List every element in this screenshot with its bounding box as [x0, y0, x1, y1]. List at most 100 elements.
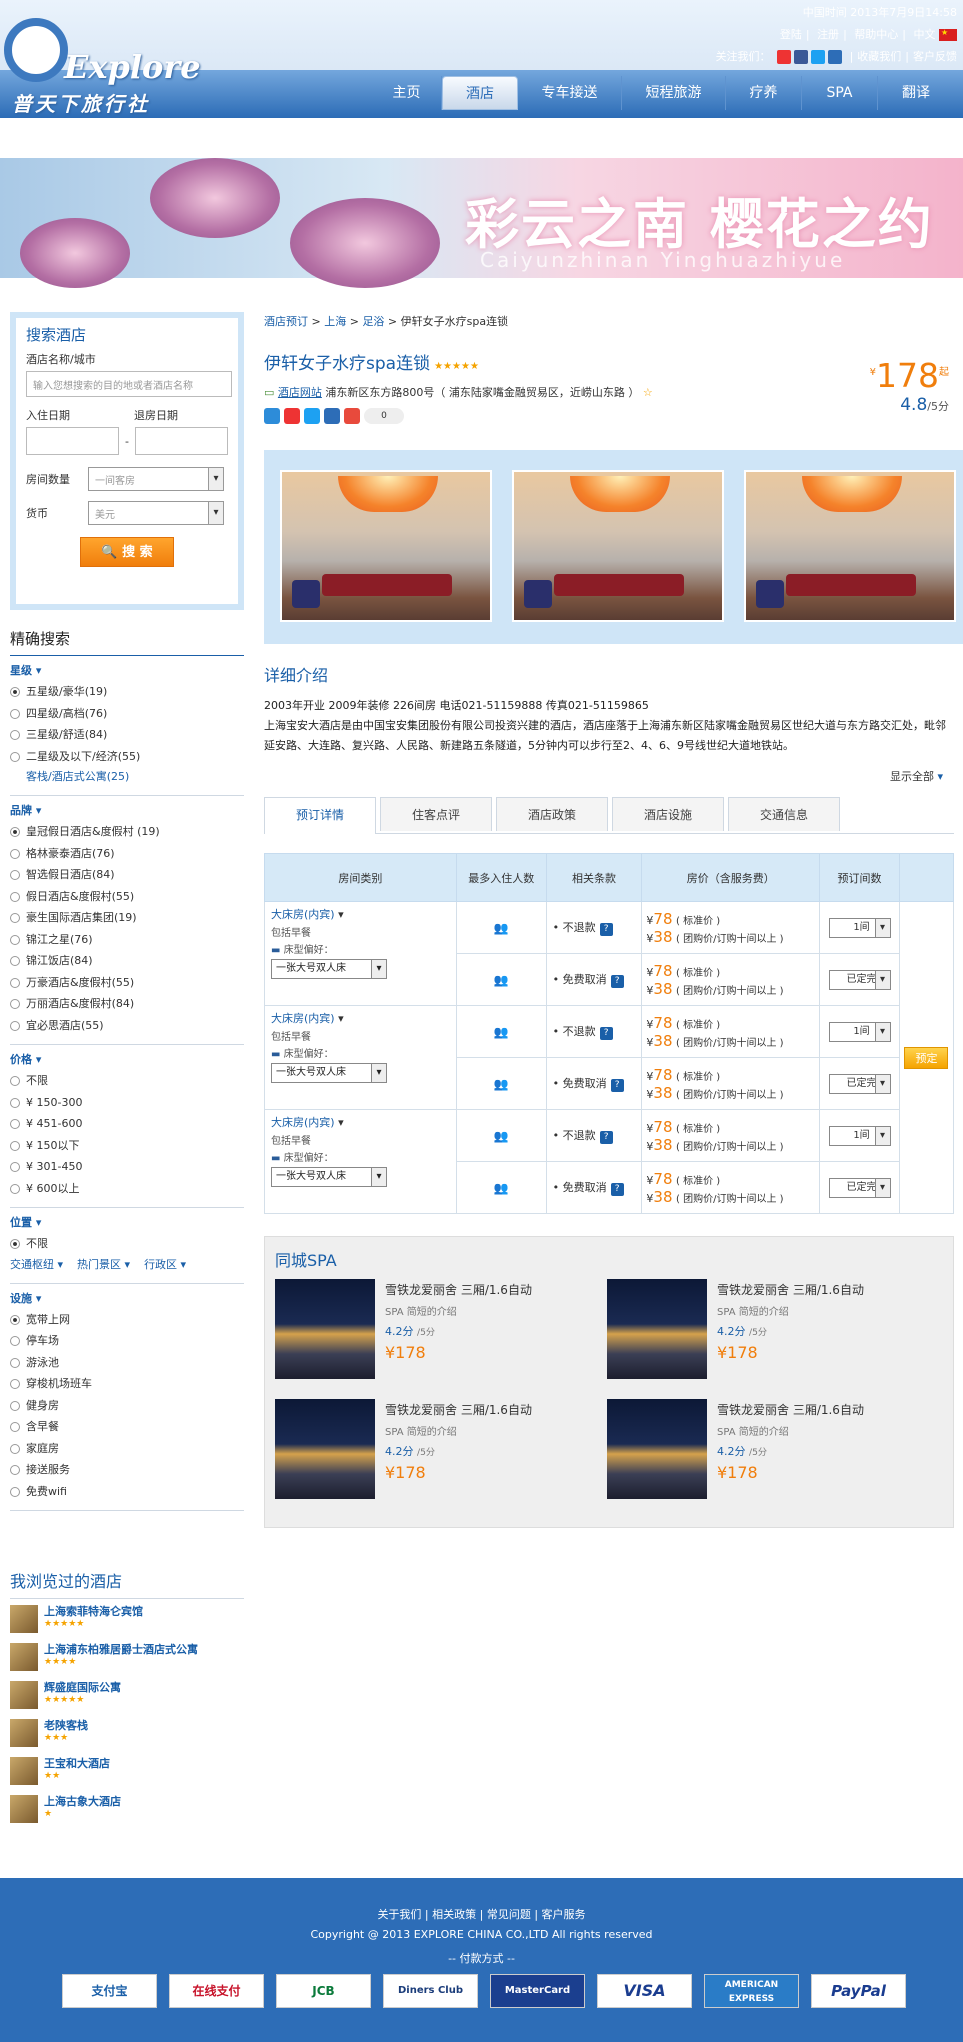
- bed-preference-select[interactable]: 一张大号双人床: [271, 1167, 387, 1187]
- help-icon[interactable]: ?: [599, 1027, 613, 1040]
- filter-option[interactable]: 家庭房: [10, 1438, 244, 1460]
- footer-links[interactable]: 关于我们 | 相关政策 | 常见问题 | 客户服务: [0, 1906, 963, 1922]
- hotel-photo[interactable]: [280, 470, 492, 622]
- filter-option[interactable]: 穿梭机场班车: [10, 1373, 244, 1395]
- tab-transport[interactable]: 交通信息: [728, 797, 840, 831]
- bed-preference-select[interactable]: 一张大号双人床: [271, 959, 387, 979]
- hotel-name-input[interactable]: 输入您想搜索的目的地或者酒店名称: [26, 371, 232, 397]
- room-name-link[interactable]: 大床房(内宾): [271, 908, 335, 921]
- tab-reviews[interactable]: 住客点评: [380, 797, 492, 831]
- site-logo[interactable]: Explore 普天下旅行社: [0, 18, 201, 116]
- help-icon[interactable]: ?: [599, 1131, 613, 1144]
- breadcrumb-shanghai[interactable]: 上海: [324, 315, 346, 328]
- search-button[interactable]: 🔍 搜 索: [80, 537, 174, 567]
- tab-booking[interactable]: 预订详情: [264, 797, 376, 834]
- kaixin-icon[interactable]: [344, 408, 360, 424]
- nav-transfer[interactable]: 专车接送: [518, 76, 622, 110]
- share-plus-icon[interactable]: [828, 50, 843, 64]
- nav-spa[interactable]: SPA: [802, 76, 878, 110]
- filter-district[interactable]: 行政区 ▾: [144, 1255, 186, 1275]
- spa-card[interactable]: 雪铁龙爱丽舍 三厢/1.6自动 SPA 简短的介绍 4.2分 /5分 ¥178: [265, 1279, 595, 1381]
- filter-option[interactable]: 万丽酒店&度假村(84): [10, 993, 244, 1015]
- filter-option[interactable]: 不限: [10, 1233, 244, 1255]
- login-link[interactable]: 登陆: [780, 28, 802, 41]
- help-link[interactable]: 帮助中心: [854, 28, 898, 41]
- tencent-weibo-icon[interactable]: [304, 408, 320, 424]
- filter-option[interactable]: ¥ 150-300: [10, 1092, 244, 1114]
- filter-option[interactable]: 二星级及以下/经济(55): [10, 746, 244, 768]
- checkin-date-input[interactable]: [26, 427, 119, 455]
- filter-option[interactable]: 接送服务: [10, 1459, 244, 1481]
- room-qty-select[interactable]: 1间: [828, 1021, 891, 1042]
- viewed-item[interactable]: 上海索菲特海仑宾馆 ★★★★★: [10, 1599, 244, 1637]
- filter-hot-scenic[interactable]: 热门景区 ▾: [77, 1255, 130, 1275]
- nav-translate[interactable]: 翻译: [878, 76, 954, 110]
- renren-icon[interactable]: [324, 408, 340, 424]
- filter-option[interactable]: 锦江饭店(84): [10, 950, 244, 972]
- rooms-select[interactable]: 一间客房: [88, 467, 224, 491]
- viewed-item[interactable]: 辉盛庭国际公寓 ★★★★★: [10, 1675, 244, 1713]
- filter-option[interactable]: 健身房: [10, 1395, 244, 1417]
- filter-option[interactable]: 不限: [10, 1070, 244, 1092]
- room-qty-select[interactable]: 1间: [828, 1125, 891, 1146]
- viewed-item[interactable]: 王宝和大酒店 ★★: [10, 1751, 244, 1789]
- nav-home[interactable]: 主页: [372, 76, 442, 110]
- filter-option[interactable]: 万豪酒店&度假村(55): [10, 972, 244, 994]
- viewed-item[interactable]: 上海浦东柏雅居爵士酒店式公寓 ★★★★: [10, 1637, 244, 1675]
- filter-option[interactable]: ¥ 451-600: [10, 1113, 244, 1135]
- promo-banner[interactable]: 彩云之南 樱花之约 Caiyunzhinan Yinghuazhiyue: [0, 158, 963, 288]
- hotel-photo[interactable]: [512, 470, 724, 622]
- book-button[interactable]: 预定: [904, 1046, 949, 1069]
- filter-option[interactable]: ¥ 150以下: [10, 1135, 244, 1157]
- currency-select[interactable]: 美元: [88, 501, 224, 525]
- room-qty-select[interactable]: 1间: [828, 917, 891, 938]
- room-qty-select[interactable]: 已定完: [828, 1177, 891, 1198]
- feedback-link[interactable]: 客户反馈: [913, 50, 957, 63]
- filter-option[interactable]: 停车场: [10, 1330, 244, 1352]
- room-qty-select[interactable]: 已定完: [828, 1073, 891, 1094]
- language-link[interactable]: 中文: [914, 28, 936, 41]
- viewed-item[interactable]: 老陕客栈 ★★★: [10, 1713, 244, 1751]
- room-name-link[interactable]: 大床房(内宾): [271, 1116, 335, 1129]
- filter-option[interactable]: 宜必思酒店(55): [10, 1015, 244, 1037]
- filter-option[interactable]: 锦江之星(76): [10, 929, 244, 951]
- filter-option[interactable]: 假日酒店&度假村(55): [10, 886, 244, 908]
- filter-transport-hub[interactable]: 交通枢纽 ▾: [10, 1255, 63, 1275]
- qzone-icon[interactable]: [264, 408, 280, 424]
- viewed-item[interactable]: 上海古象大酒店 ★: [10, 1789, 244, 1827]
- hotel-website-link[interactable]: 酒店网站: [278, 386, 322, 399]
- facebook-icon[interactable]: [794, 50, 809, 64]
- filter-option[interactable]: 皇冠假日酒店&度假村 (19): [10, 821, 244, 843]
- filter-option[interactable]: 游泳池: [10, 1352, 244, 1374]
- filter-option[interactable]: 三星级/舒适(84): [10, 724, 244, 746]
- help-icon[interactable]: ?: [610, 975, 624, 988]
- filter-option[interactable]: ¥ 301-450: [10, 1156, 244, 1178]
- help-icon[interactable]: ?: [599, 923, 613, 936]
- nav-recuperation[interactable]: 疗养: [726, 76, 802, 110]
- filter-option[interactable]: 含早餐: [10, 1416, 244, 1438]
- spa-card[interactable]: 雪铁龙爱丽舍 三厢/1.6自动 SPA 简短的介绍 4.2分 /5分 ¥178: [597, 1279, 927, 1381]
- help-icon[interactable]: ?: [610, 1079, 624, 1092]
- favorite-star-icon[interactable]: ☆: [643, 386, 653, 399]
- filter-option[interactable]: 宽带上网: [10, 1309, 244, 1331]
- spa-card[interactable]: 雪铁龙爱丽舍 三厢/1.6自动 SPA 简短的介绍 4.2分 /5分 ¥178: [597, 1399, 927, 1501]
- nav-short-tour[interactable]: 短程旅游: [622, 76, 726, 110]
- room-qty-select[interactable]: 已定完: [828, 969, 891, 990]
- show-all-link[interactable]: 显示全部 ▾: [890, 768, 943, 784]
- breadcrumb-foot-bath[interactable]: 足浴: [362, 315, 384, 328]
- chevron-down-icon[interactable]: ▾: [338, 1116, 344, 1129]
- filter-option[interactable]: ¥ 600以上: [10, 1178, 244, 1200]
- weibo-icon[interactable]: [777, 50, 792, 64]
- filter-inn-link[interactable]: 客栈/酒店式公寓(25): [26, 767, 244, 787]
- tab-facilities[interactable]: 酒店设施: [612, 797, 724, 831]
- filter-option[interactable]: 免费wifi: [10, 1481, 244, 1503]
- favorite-link[interactable]: 收藏我们: [857, 50, 901, 63]
- breadcrumb-hotel-booking[interactable]: 酒店预订: [264, 315, 308, 328]
- twitter-icon[interactable]: [811, 50, 826, 64]
- filter-option[interactable]: 智选假日酒店(84): [10, 864, 244, 886]
- hotel-photo[interactable]: [744, 470, 956, 622]
- filter-option[interactable]: 豪生国际酒店集团(19): [10, 907, 244, 929]
- chevron-down-icon[interactable]: ▾: [338, 1012, 344, 1025]
- filter-option[interactable]: 五星级/豪华(19): [10, 681, 244, 703]
- tab-policy[interactable]: 酒店政策: [496, 797, 608, 831]
